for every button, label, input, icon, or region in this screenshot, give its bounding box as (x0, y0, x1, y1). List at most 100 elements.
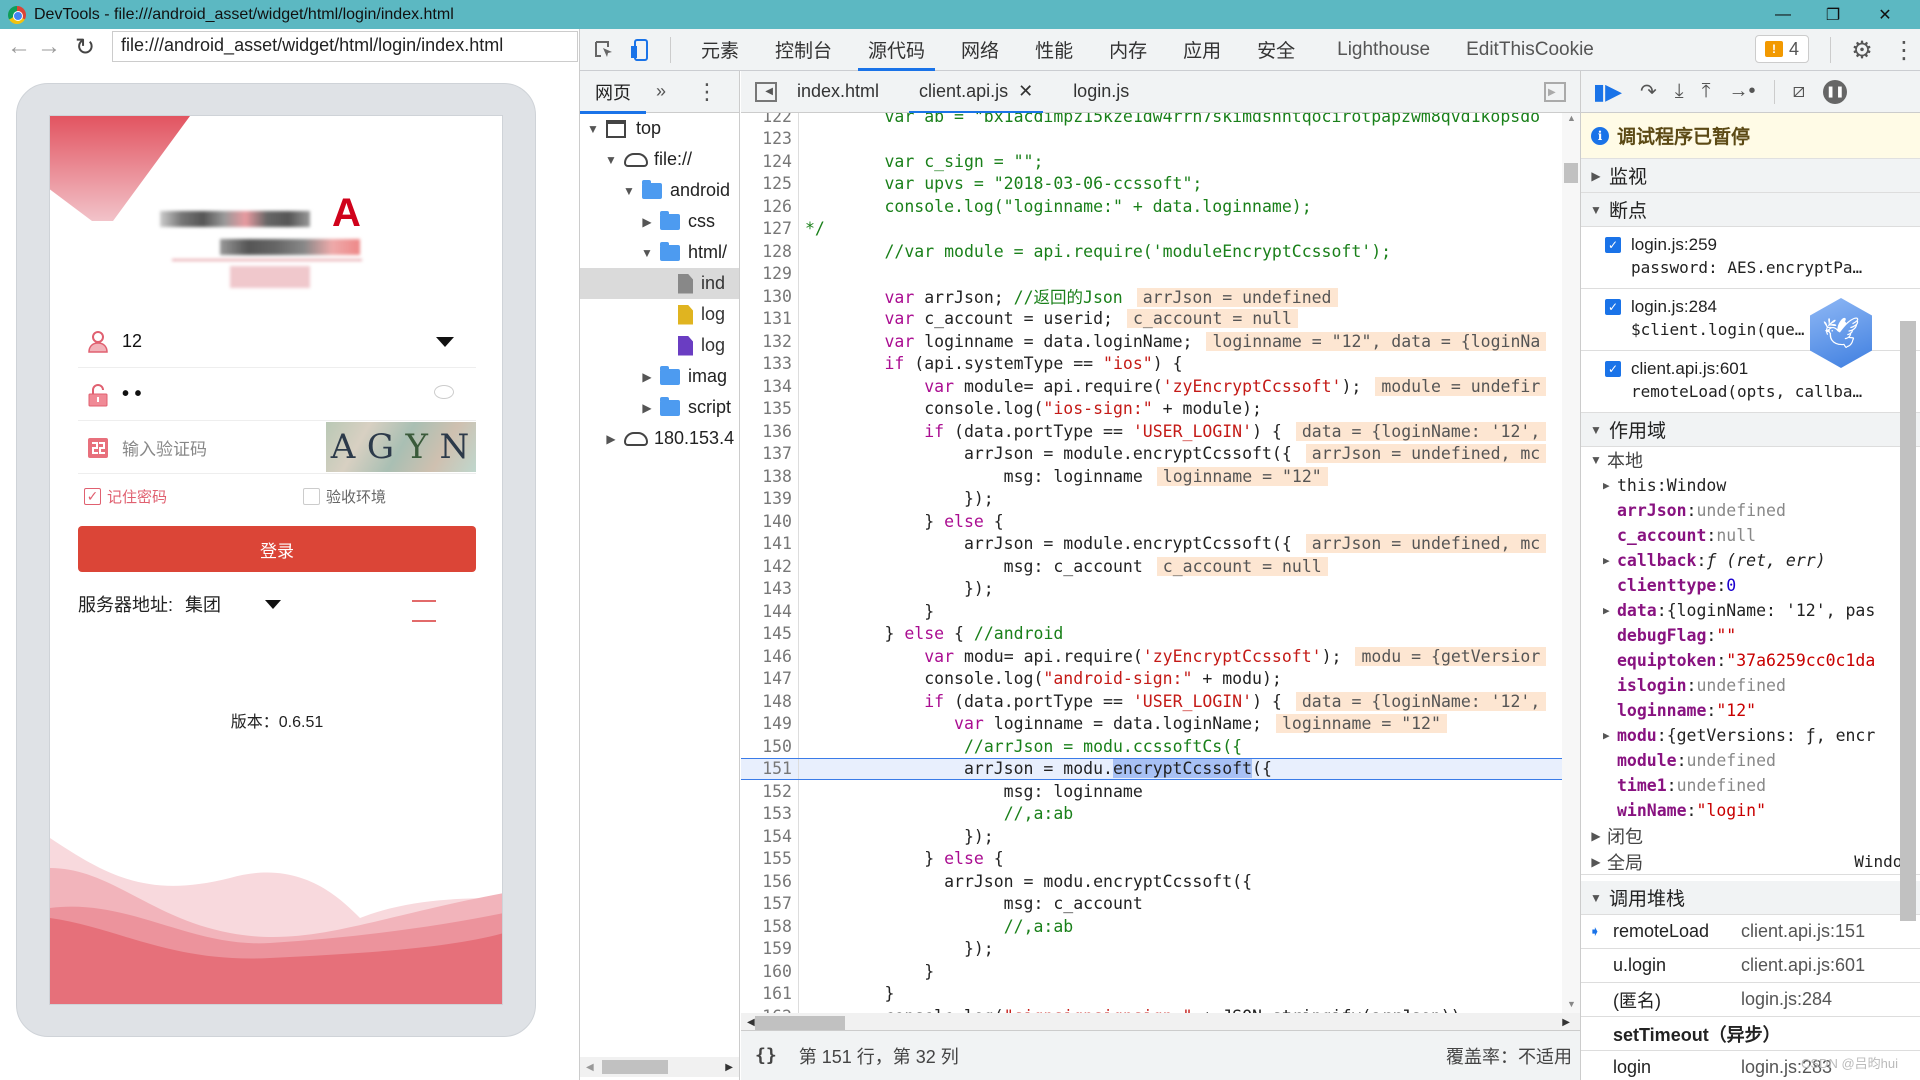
show-password-eye-icon[interactable] (434, 385, 454, 399)
expand-icon[interactable]: ▶ (1603, 554, 1610, 567)
code-line[interactable]: 154 }); (741, 825, 1566, 848)
code-line[interactable]: 122 var ab = "bx1acdimpz15kze1dw4rrn7ski… (741, 113, 1566, 128)
tab-memory[interactable]: 内存 (1091, 29, 1165, 71)
scope-closure[interactable]: ▶ 闭包 (1581, 823, 1920, 849)
line-number[interactable]: 152 (741, 780, 799, 803)
frame-location[interactable]: client.api.js:601 (1741, 955, 1865, 976)
collapse-icon[interactable]: ▼ (622, 184, 636, 198)
code-line[interactable]: 162 console.log("signsignsignsign:" + JS… (741, 1005, 1566, 1013)
tab-lighthouse[interactable]: Lighthouse (1319, 29, 1448, 71)
close-button[interactable]: ✕ (1862, 0, 1908, 29)
line-number[interactable]: 130 (741, 285, 799, 308)
expand-icon[interactable]: ▶ (1603, 604, 1610, 617)
code-line[interactable]: 124 var c_sign = ""; (741, 150, 1566, 173)
callstack-frame[interactable]: u.login client.api.js:601 (1581, 949, 1920, 983)
reload-icon[interactable]: ↻ (70, 33, 100, 62)
scope-variable[interactable]: c_account: null (1581, 523, 1920, 548)
inspect-element-icon[interactable] (586, 32, 622, 68)
code-line[interactable]: 156 arrJson = modu.encryptCcssoft({ (741, 870, 1566, 893)
code-line[interactable]: 123 (741, 127, 1566, 150)
line-number[interactable]: 137 (741, 442, 799, 465)
resume-icon[interactable]: ▮▶ (1593, 79, 1622, 105)
code-line[interactable]: 133 if (api.systemType == "ios") { (741, 352, 1566, 375)
address-bar[interactable]: file:///android_asset/widget/html/login/… (112, 31, 578, 62)
settings-gear-icon[interactable]: ⚙ (1844, 32, 1880, 68)
password-field[interactable]: • • (78, 369, 476, 421)
editor-vscrollbar[interactable]: ▲ ▼ (1562, 113, 1580, 1013)
line-number[interactable]: 122 (741, 113, 799, 128)
scope-local[interactable]: ▼ 本地 (1581, 447, 1920, 473)
code-line[interactable]: 159 }); (741, 937, 1566, 960)
code-line[interactable]: 148 if (data.portType == 'USER_LOGIN') {… (741, 690, 1566, 713)
line-number[interactable]: 135 (741, 397, 799, 420)
line-number[interactable]: 133 (741, 352, 799, 375)
code-line[interactable]: 140 } else { (741, 510, 1566, 533)
line-number[interactable]: 129 (741, 262, 799, 285)
line-number[interactable]: 147 (741, 667, 799, 690)
line-number[interactable]: 132 (741, 330, 799, 353)
editor-tab-login-js[interactable]: login.js (1053, 71, 1149, 113)
scope-variable[interactable]: equiptoken: "37a6259cc0c1da (1581, 648, 1920, 673)
code-line[interactable]: 142 msg: c_account c_account = null (741, 555, 1566, 578)
toggle-debugger-icon[interactable]: ▶ (1544, 82, 1566, 102)
line-number[interactable]: 161 (741, 982, 799, 1005)
code-line[interactable]: 144 } (741, 600, 1566, 623)
username-field[interactable]: 12 (78, 316, 476, 368)
scope-variable[interactable]: ▶ modu: {getVersions: ƒ, encr (1581, 723, 1920, 748)
tree-item[interactable]: ind (580, 268, 739, 299)
breakpoint-checkbox[interactable]: ✓ (1605, 299, 1621, 315)
line-number[interactable]: 159 (741, 937, 799, 960)
tree-item[interactable]: log (580, 330, 739, 361)
breakpoint-item[interactable]: ✓ login.js:259 password: AES.encryptPa… (1581, 227, 1920, 289)
line-number[interactable]: 145 (741, 622, 799, 645)
line-number[interactable]: 154 (741, 825, 799, 848)
code-line[interactable]: 136 if (data.portType == 'USER_LOGIN') {… (741, 420, 1566, 443)
editor-tab-index-html[interactable]: index.html (777, 71, 899, 113)
collapse-icon[interactable]: ▼ (586, 122, 600, 136)
line-number[interactable]: 149 (741, 712, 799, 735)
code-line[interactable]: 161 } (741, 982, 1566, 1005)
tree-item[interactable]: log (580, 299, 739, 330)
tree-item[interactable]: ▼ file:// (580, 144, 739, 175)
line-number[interactable]: 151 (741, 758, 799, 779)
code-line[interactable]: 129 (741, 262, 1566, 285)
scope-variable[interactable]: arrJson: undefined (1581, 498, 1920, 523)
toggle-navigator-icon[interactable]: ◀ (755, 81, 777, 102)
code-editor[interactable]: 122 var ab = "bx1acdimpz15kze1dw4rrn7ski… (741, 113, 1566, 1013)
scope-variable[interactable]: clienttype: 0 (1581, 573, 1920, 598)
code-line[interactable]: 147 console.log("android-sign:" + modu); (741, 667, 1566, 690)
tab-application[interactable]: 应用 (1165, 29, 1239, 71)
breakpoint-item[interactable]: ✓ client.api.js:601 remoteLoad(opts, callb… (1581, 351, 1920, 413)
scope-variable[interactable]: ▶ this: Window (1581, 473, 1920, 498)
navigator-menu-icon[interactable]: ⋮ (696, 79, 718, 105)
tree-item[interactable]: ▼ html/ (580, 237, 739, 268)
collapse-icon[interactable]: ▼ (640, 246, 654, 260)
code-line-current[interactable]: 151 arrJson = modu.encryptCcssoft({ (741, 757, 1566, 780)
pretty-print-icon[interactable]: {} (755, 1045, 777, 1066)
scope-variable[interactable]: ▶ data: {loginName: '12', pas (1581, 598, 1920, 623)
tab-page[interactable]: 网页 (580, 71, 646, 114)
line-number[interactable]: 144 (741, 600, 799, 623)
line-number[interactable]: 156 (741, 870, 799, 893)
breakpoint-checkbox[interactable]: ✓ (1605, 361, 1621, 377)
line-number[interactable]: 139 (741, 487, 799, 510)
code-line[interactable]: 152 msg: loginname (741, 780, 1566, 803)
code-line[interactable]: 153 //,a:ab (741, 802, 1566, 825)
expand-icon[interactable]: ▶ (640, 215, 654, 229)
code-line[interactable]: 128 //var module = api.require('moduleEn… (741, 240, 1566, 263)
remember-password-checkbox[interactable]: ✓ 记住密码 (84, 486, 167, 507)
line-number[interactable]: 136 (741, 420, 799, 443)
more-options-icon[interactable]: ⋮ (1886, 32, 1920, 68)
step-over-icon[interactable]: ↷ (1640, 79, 1657, 104)
line-number[interactable]: 162 (741, 1005, 799, 1013)
scope-variable[interactable]: debugFlag: "" (1581, 623, 1920, 648)
step-out-icon[interactable]: ⤒ (1702, 80, 1711, 103)
line-number[interactable]: 126 (741, 195, 799, 218)
code-line[interactable]: 141 arrJson = module.encryptCcssoft({arr… (741, 532, 1566, 555)
line-number[interactable]: 155 (741, 847, 799, 870)
deactivate-breakpoints-icon[interactable]: ⧄ (1793, 80, 1806, 103)
editor-tab-client-api-js[interactable]: client.api.js ✕ (899, 71, 1053, 114)
section-scope[interactable]: ▼ 作用域 (1581, 413, 1920, 447)
line-number[interactable]: 143 (741, 577, 799, 600)
code-line[interactable]: 155 } else { (741, 847, 1566, 870)
